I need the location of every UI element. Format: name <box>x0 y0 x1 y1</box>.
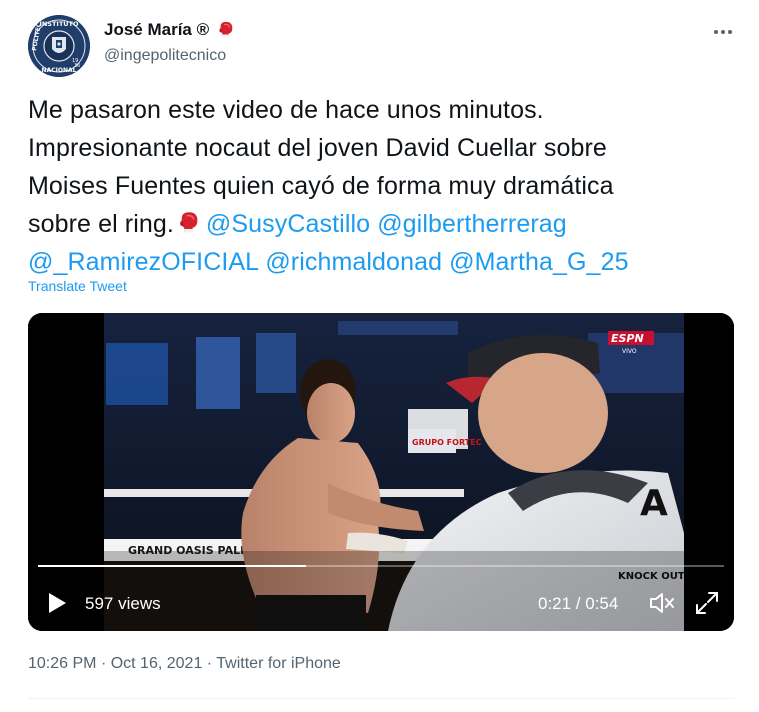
sponsor-sign-text: GRUPO FORTEC <box>412 438 482 447</box>
author-handle[interactable]: @ingepolitecnico <box>104 47 226 65</box>
video-time: 0:21 / 0:54 <box>538 594 619 613</box>
fullscreen-icon[interactable] <box>694 590 720 616</box>
broadcaster-sub-text: VIVO <box>622 348 637 355</box>
play-icon[interactable] <box>44 590 70 616</box>
divider <box>28 698 734 699</box>
tweet-text-fragment: sobre el ring. <box>28 210 174 238</box>
video-frame: GRAND OASIS PALM GRUPO FORTEC A KNOCK OU… <box>28 313 734 631</box>
tweet-source[interactable]: Twitter for iPhone <box>216 655 341 672</box>
svg-text:NACIONAL: NACIONAL <box>42 67 77 74</box>
mention-link[interactable]: @_RamirezOFICIAL <box>28 248 258 276</box>
author-display-name[interactable]: José María ® <box>104 20 209 40</box>
video-progress-fill <box>38 565 306 567</box>
mute-icon[interactable] <box>648 590 676 616</box>
tweet-text-line: Moises Fuentes quien cayó de forma muy d… <box>28 172 614 200</box>
mention-link[interactable]: @richmaldonad <box>265 248 442 276</box>
ipn-seal-logo: INSTITUTO POLITEC NACIONAL 19 36 <box>28 15 90 77</box>
mention-link[interactable]: @Martha_G_25 <box>449 248 628 276</box>
video-player[interactable]: GRAND OASIS PALM GRUPO FORTEC A KNOCK OU… <box>28 313 734 631</box>
meta-separator: · <box>206 655 213 672</box>
tweet-text: Me pasaron este video de hace unos minut… <box>28 91 728 281</box>
tweet-text-line: @_RamirezOFICIAL @richmaldonad @Martha_G… <box>28 243 728 281</box>
tweet-text-line: Impresionante nocaut del joven David Cue… <box>28 134 607 162</box>
broadcaster-logo-text: ESPN <box>611 332 644 345</box>
video-progress-bar[interactable] <box>38 565 724 567</box>
author-name-row[interactable]: José María ® <box>104 20 235 40</box>
tweet-text-line: Me pasaron este video de hace unos minut… <box>28 96 544 124</box>
svg-text:A: A <box>640 483 668 524</box>
translate-tweet-link[interactable]: Translate Tweet <box>28 278 127 294</box>
tweet-metadata: 10:26 PM · Oct 16, 2021 · Twitter for iP… <box>28 655 341 673</box>
boxing-glove-icon <box>176 208 202 233</box>
mention-link[interactable]: @gilbertherrerag <box>377 210 567 238</box>
svg-text:INSTITUTO: INSTITUTO <box>39 20 79 28</box>
tweet-text-line: sobre el ring. @SusyCastillo @gilberther… <box>28 205 728 243</box>
more-options-icon[interactable] <box>706 22 740 42</box>
video-view-count: 597 views <box>85 594 161 613</box>
svg-text:36: 36 <box>74 63 80 69</box>
avatar[interactable]: INSTITUTO POLITEC NACIONAL 19 36 <box>28 15 90 77</box>
meta-separator: · <box>100 655 107 672</box>
tweet-date[interactable]: Oct 16, 2021 <box>111 655 203 672</box>
boxing-glove-icon <box>217 21 235 39</box>
tweet-card: INSTITUTO POLITEC NACIONAL 19 36 José Ma… <box>0 0 759 712</box>
mention-link[interactable]: @SusyCastillo <box>206 210 370 238</box>
tweet-time[interactable]: 10:26 PM <box>28 655 96 672</box>
